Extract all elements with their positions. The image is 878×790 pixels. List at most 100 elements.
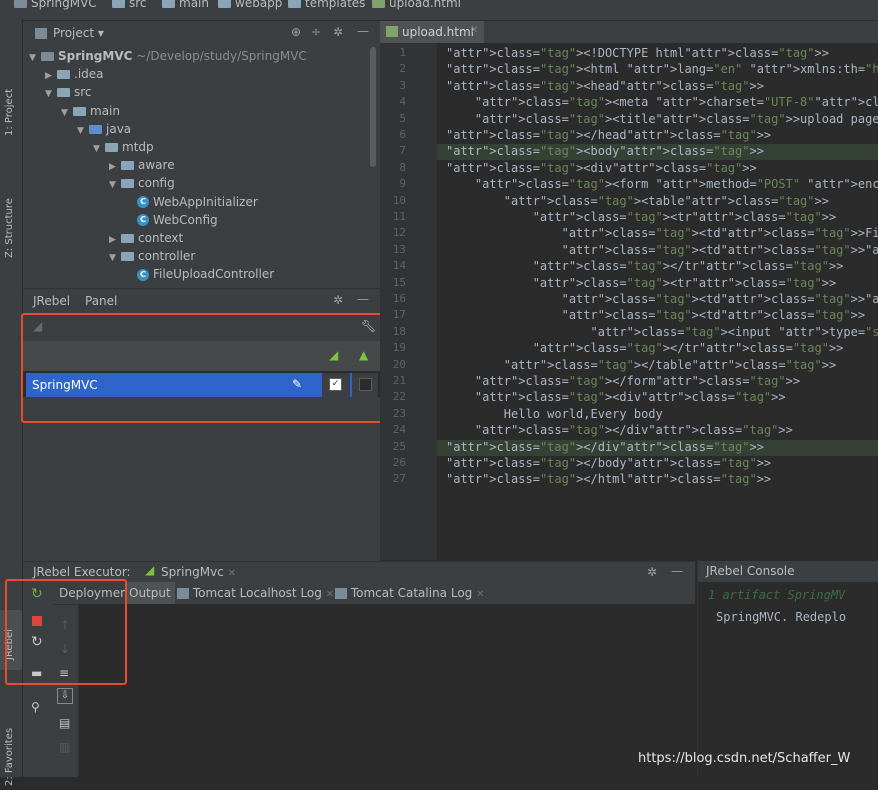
editor-tab-bar: upload.html ✕ [380,21,878,44]
tab-jrebel-panel[interactable]: JRebel [33,294,70,308]
minimize-icon[interactable]: — [357,24,369,38]
tree-node[interactable]: C WebConfig [125,211,218,229]
chevron-down-icon[interactable]: ▼ [61,104,73,122]
executor-config[interactable]: SpringMvc ✕ [161,565,236,579]
package-icon [121,179,134,189]
tab-tomcat-catalina-log[interactable]: Tomcat Catalina Log ✕ [335,586,485,600]
folder-icon [73,106,86,116]
tree-node-label: controller [138,249,196,264]
package-icon [105,143,118,152]
tab-panel[interactable]: Panel [85,294,117,308]
folder-icon [162,0,175,8]
jrebel-panel-header: JRebel Panel ✲ — [23,288,380,314]
line-number: 4 [399,95,406,109]
chevron-down-icon[interactable]: ▼ [93,140,105,158]
minimize-icon[interactable]: — [671,564,683,578]
line-number: 13 [392,242,406,256]
tree-node-label: context [138,231,184,245]
breadcrumb-item-project[interactable]: SpringMVC [14,0,97,10]
tree-node-label: WebConfig [153,212,218,227]
tree-scrollbar[interactable] [370,47,376,167]
minimize-icon[interactable]: — [357,292,369,306]
tree-node[interactable]: ▼ main [61,102,120,120]
print-icon[interactable]: ▤ [59,716,70,730]
jrebel-console-body[interactable]: 1 artifact SpringMV SpringMVC. Redeplo [697,582,878,777]
tree-node-label: SpringMVC [58,49,133,63]
close-icon[interactable]: ✕ [476,589,484,600]
line-number: 12 [392,226,406,240]
line-number: 17 [392,308,406,322]
line-number: 10 [392,193,406,207]
tree-node-label: java [106,121,132,136]
tree-node[interactable]: ▼ config [109,174,175,192]
line-number: 1 [399,46,406,59]
line-number: 8 [399,160,406,174]
chevron-down-icon[interactable]: ▼ [109,249,121,267]
executor-output[interactable] [79,604,695,777]
gear-icon[interactable]: ✲ [333,293,343,307]
tree-node[interactable]: ▼ src [45,83,92,101]
breadcrumb-item-file[interactable]: upload.html [372,0,461,10]
tree-node-label: aware [138,158,175,173]
tree-node-path: ~/Develop/study/SpringMVC [132,49,307,63]
tree-node[interactable]: ▼ java [77,120,131,138]
breadcrumb: SpringMVC src main webapp templates uplo… [0,0,878,21]
breadcrumb-item-templates[interactable]: templates [288,0,365,10]
project-view-icon [35,28,47,39]
tab-project[interactable]: 1: Project [0,80,22,160]
tab-tomcat-localhost-log[interactable]: Tomcat Localhost Log ✕ [177,586,334,600]
package-icon [121,161,134,171]
project-view-dropdown[interactable]: Project ▾ [53,26,104,40]
code-line: "attr">class="tag"><td"attr">class="tag"… [561,308,866,323]
trash-icon[interactable]: ▥ [59,740,70,754]
chevron-down-icon[interactable]: ▼ [109,176,121,194]
code-line: "attr">class="tag"><!DOCTYPE html"attr">… [446,46,829,60]
gear-icon[interactable]: ✲ [647,565,657,579]
folder-icon [89,124,102,134]
folder-icon [288,0,301,8]
code-line: "attr">class="tag"><form "attr">method="… [474,177,878,192]
tree-node[interactable]: C FileUploadController [125,265,274,283]
code-area[interactable]: "attr">class="tag"><!DOCTYPE html"attr">… [437,43,878,560]
line-number: 2 [399,62,406,76]
code-line: "attr">class="tag"></div"attr">class="ta… [446,439,764,454]
folder-icon [57,70,70,80]
annotation-box-executor [5,579,127,685]
tree-node[interactable]: C WebAppInitializer [125,193,258,211]
breadcrumb-item-src[interactable]: src [112,0,147,10]
tree-node-label: main [90,103,120,118]
close-icon[interactable]: ✕ [326,589,334,600]
tab-structure[interactable]: Z: Structure [0,170,22,265]
code-line: "attr">class="tag"><tr"attr">class="tag"… [532,275,837,290]
code-line: "attr">class="tag"></html"attr">class="t… [446,472,772,487]
breadcrumb-item-main[interactable]: main [162,0,209,10]
pin-icon[interactable]: ⚲ [31,700,40,714]
chevron-down-icon[interactable]: ▼ [45,85,57,103]
line-number: 9 [399,177,406,191]
code-line: "attr">class="tag"></tr"attr">class="tag… [532,341,844,356]
line-number: 27 [392,472,406,486]
close-icon[interactable]: ✕ [228,568,236,579]
tree-node-label: .idea [74,67,104,82]
collapse-all-icon[interactable]: ÷ [311,25,321,39]
scroll-to-end-icon[interactable]: ⇩ [57,688,73,704]
tab-upload-html[interactable]: upload.html ✕ [380,21,484,43]
chevron-down-icon[interactable]: ▼ [77,122,89,140]
tree-node[interactable]: ▼ mtdp [93,138,154,156]
tree-node[interactable]: ▶ aware [109,156,175,174]
tab-output[interactable]: Output [125,582,175,604]
tree-node[interactable]: ▶ context [109,229,183,247]
tree-node[interactable]: ▼ SpringMVC ~/Develop/study/SpringMVC [29,47,307,65]
console-line: SpringMVC. Redeplo [716,610,847,624]
code-line: "attr">class="tag"></head"attr">class="t… [446,128,772,142]
tree-node-label: FileUploadController [153,267,275,282]
breadcrumb-item-webapp[interactable]: webapp [218,0,282,10]
tree-node[interactable]: ▼ controller [109,247,195,265]
code-line: "attr">class="tag"></div"attr">class="ta… [474,423,793,438]
folder-icon [218,0,231,8]
gear-icon[interactable]: ✲ [333,25,343,39]
locate-icon[interactable]: ⊕ [291,25,301,39]
close-icon[interactable]: ✕ [470,25,478,36]
chevron-down-icon[interactable]: ▼ [29,49,41,67]
tree-node[interactable]: ▶ .idea [45,65,104,83]
